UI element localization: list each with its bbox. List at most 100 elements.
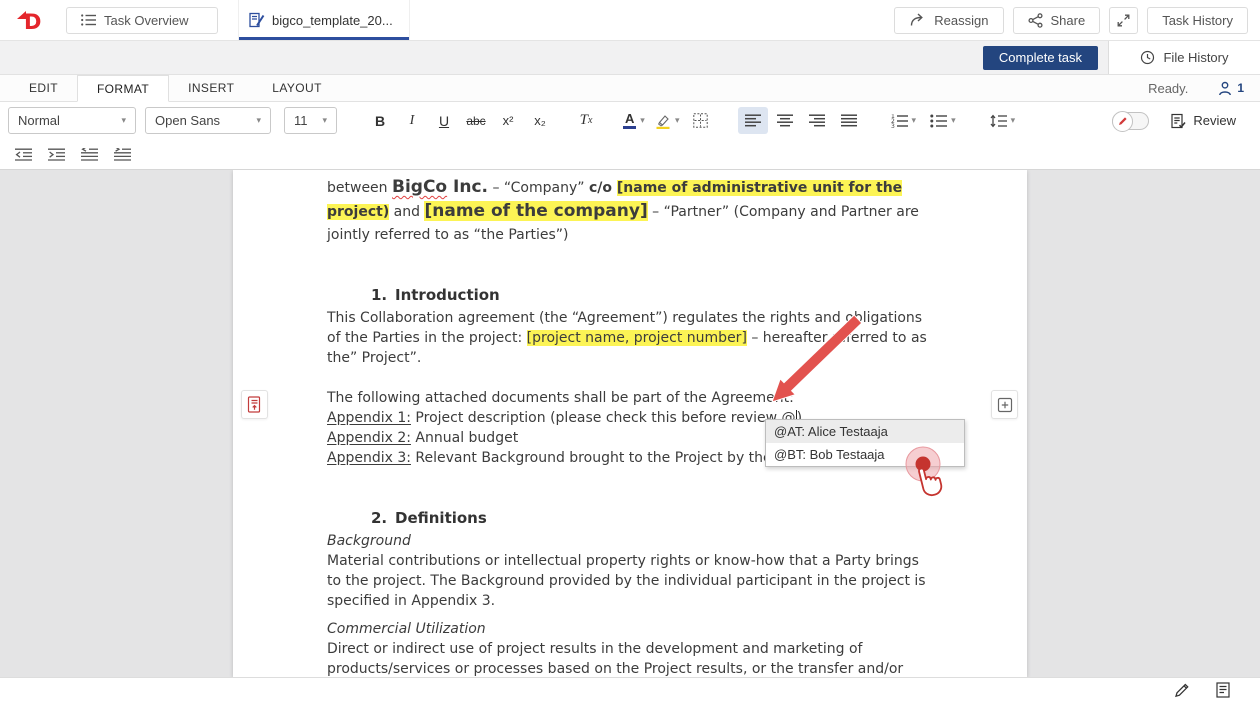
reassign-button[interactable]: Reassign — [894, 7, 1003, 34]
decrease-indent-icon — [15, 148, 32, 161]
status-text: Ready. — [1148, 81, 1188, 96]
paragraph[interactable]: Direct or indirect use of project result… — [327, 639, 930, 677]
indent-toolbar — [0, 139, 1260, 170]
add-comment-icon — [997, 397, 1013, 413]
increase-list-level-button[interactable] — [109, 142, 136, 167]
review-button[interactable]: Review — [1171, 113, 1236, 129]
align-right-icon — [809, 114, 825, 127]
align-left-icon — [745, 114, 761, 127]
track-changes-toggle[interactable] — [1112, 112, 1149, 130]
tab-edit[interactable]: EDIT — [10, 75, 77, 101]
subscript-button[interactable]: x₂ — [525, 107, 555, 134]
strikethrough-button[interactable]: abc — [461, 107, 491, 134]
chevron-down-icon: ▾ — [1011, 115, 1016, 126]
clear-formatting-button[interactable]: Tx — [571, 107, 601, 134]
chevron-down-icon: ▾ — [640, 115, 645, 126]
chevron-down-icon: ▾ — [951, 115, 956, 126]
toolbar-right: Review — [1112, 112, 1252, 130]
line-spacing-button[interactable]: ▾ — [987, 107, 1019, 134]
chevron-down-icon: ▾ — [912, 115, 917, 126]
task-history-button[interactable]: Task History — [1147, 7, 1248, 34]
toggle-knob — [1112, 111, 1133, 132]
add-comment-button[interactable] — [991, 390, 1018, 419]
align-justify-icon — [841, 114, 857, 127]
pen-icon — [1118, 116, 1128, 126]
alignment-group — [738, 107, 864, 134]
task-overview-tab[interactable]: Task Overview — [66, 7, 218, 34]
tab-insert[interactable]: INSERT — [169, 75, 253, 101]
increase-indent-button[interactable] — [43, 142, 70, 167]
tab-layout[interactable]: LAYOUT — [253, 75, 341, 101]
document-tab[interactable]: bigco_template_20... — [238, 0, 410, 40]
menu-right: Ready. 1 — [1148, 75, 1260, 101]
collaborators-indicator[interactable]: 1 — [1218, 81, 1244, 96]
document-flag-icon — [247, 396, 262, 413]
review-label: Review — [1193, 113, 1236, 128]
share-button[interactable]: Share — [1013, 7, 1101, 34]
edit-mode-button[interactable] — [1174, 682, 1190, 701]
decrease-list-level-button[interactable] — [76, 142, 103, 167]
review-icon — [1171, 113, 1186, 129]
definition-term[interactable]: Background — [327, 531, 930, 551]
italic-button[interactable]: I — [397, 107, 427, 134]
align-right-button[interactable] — [802, 107, 832, 134]
increase-indent-icon — [48, 148, 65, 161]
tab-format[interactable]: FORMAT — [77, 75, 169, 102]
bulleted-list-icon — [930, 114, 947, 128]
app-logo[interactable]: D — [0, 0, 62, 40]
formatting-toolbar: Normal ▾ Open Sans ▾ 11 ▾ B I U abc x² x… — [0, 102, 1260, 139]
decrease-indent-button[interactable] — [10, 142, 37, 167]
paragraph-style-dropdown[interactable]: Normal ▾ — [8, 107, 136, 134]
top-bar: D Task Overview bigco_template_20... Rea… — [0, 0, 1260, 41]
document-area[interactable]: between BigCo Inc. – “Company” c/o [name… — [0, 170, 1260, 677]
clock-icon — [1140, 50, 1155, 65]
list-group: 123 ▾ ▾ — [888, 107, 959, 134]
bottom-bar — [0, 677, 1260, 704]
font-size-dropdown[interactable]: 11 ▾ — [284, 107, 337, 134]
align-center-button[interactable] — [770, 107, 800, 134]
font-family-value: Open Sans — [155, 113, 220, 128]
mention-option-alice[interactable]: @AT: Alice Testaaja — [766, 420, 964, 443]
paragraph[interactable]: Material contributions or intellectual p… — [327, 551, 930, 611]
borders-button[interactable] — [686, 107, 716, 134]
document-outline-button[interactable] — [1216, 682, 1230, 701]
align-center-icon — [777, 114, 793, 127]
collaborator-count: 1 — [1237, 81, 1244, 95]
spellcheck-flagged-text: BigCo — [392, 177, 447, 197]
topbar-actions: Reassign Share Task History — [894, 0, 1260, 40]
highlight-color-button[interactable]: ▾ — [652, 107, 683, 134]
complete-task-button[interactable]: Complete task — [983, 46, 1098, 70]
annotation-arrow — [740, 300, 880, 420]
chevron-down-icon: ▾ — [256, 115, 261, 126]
reassign-label: Reassign — [934, 13, 988, 28]
underline-button[interactable]: U — [429, 107, 459, 134]
task-history-label: Task History — [1162, 13, 1233, 28]
font-family-dropdown[interactable]: Open Sans ▾ — [145, 107, 271, 134]
font-color-button[interactable]: A ▾ — [619, 107, 649, 134]
file-history-button[interactable]: File History — [1108, 41, 1260, 74]
align-justify-button[interactable] — [834, 107, 864, 134]
numbered-list-button[interactable]: 123 ▾ — [888, 107, 920, 134]
resize-icon — [1117, 14, 1130, 27]
borders-icon — [693, 113, 708, 128]
expand-view-button[interactable] — [1109, 7, 1138, 34]
chevron-down-icon: ▾ — [675, 115, 680, 126]
page-bookmark-button[interactable] — [241, 390, 268, 419]
list-icon — [81, 14, 96, 26]
pencil-icon — [1174, 682, 1190, 698]
chevron-down-icon: ▾ — [322, 115, 327, 126]
font-color-icon: A — [623, 112, 636, 129]
align-left-button[interactable] — [738, 107, 768, 134]
bold-button[interactable]: B — [365, 107, 395, 134]
superscript-button[interactable]: x² — [493, 107, 523, 134]
svg-text:3: 3 — [891, 123, 895, 128]
definition-term[interactable]: Commercial Utilization — [327, 619, 930, 639]
heading-definitions[interactable]: 2.Definitions — [327, 508, 930, 529]
logo-icon: D — [14, 8, 48, 32]
bulleted-list-button[interactable]: ▾ — [927, 107, 959, 134]
paragraph-intro[interactable]: between BigCo Inc. – “Company” c/o [name… — [327, 176, 930, 247]
color-group: A ▾ ▾ — [619, 107, 716, 134]
highlighted-placeholder: [project name, project number] — [527, 330, 747, 346]
highlighted-placeholder: [name of the company] — [424, 201, 647, 221]
line-spacing-icon — [990, 114, 1007, 128]
